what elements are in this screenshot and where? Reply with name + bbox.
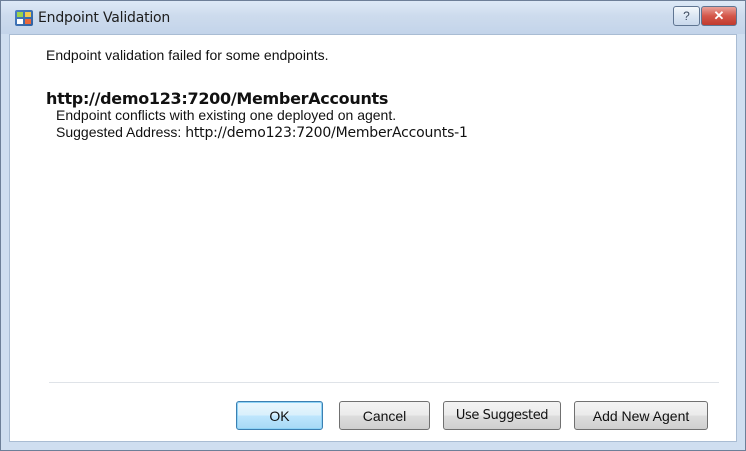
help-icon: ? [683,9,690,23]
use-suggested-button[interactable]: Use Suggested [443,401,561,430]
title-bar[interactable]: Endpoint Validation ? ✕ [1,1,745,34]
endpoint-url: http://demo123:7200/MemberAccounts [46,89,389,108]
ok-button[interactable]: OK [236,401,323,430]
close-icon: ✕ [713,8,725,23]
button-separator [49,382,719,383]
cancel-button[interactable]: Cancel [339,401,430,430]
endpoint-validation-dialog: Endpoint Validation ? ✕ Endpoint validat… [0,0,746,451]
close-button[interactable]: ✕ [701,6,737,26]
suggested-address-label: Suggested Address: [56,124,182,140]
window-title: Endpoint Validation [38,10,171,26]
conflict-description: Endpoint conflicts with existing one dep… [56,107,397,123]
suggested-address-line: Suggested Address: http://demo123:7200/M… [56,124,468,141]
application-icon [15,10,33,26]
help-button[interactable]: ? [673,6,700,26]
validation-message: Endpoint validation failed for some endp… [46,47,329,63]
suggested-address-value: http://demo123:7200/MemberAccounts-1 [185,125,468,141]
add-new-agent-button[interactable]: Add New Agent [574,401,708,430]
